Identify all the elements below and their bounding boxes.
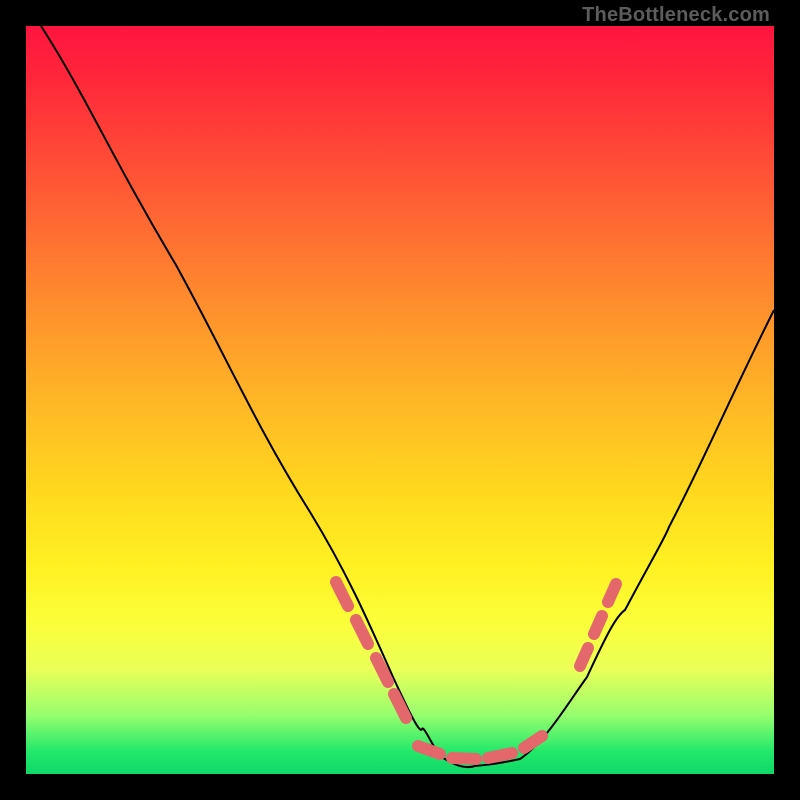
chart-overlay <box>26 26 774 774</box>
left-descent-mark <box>336 582 348 606</box>
plot-area <box>26 26 774 774</box>
watermark-text: TheBottleneck.com <box>582 4 770 27</box>
left-descent-mark <box>356 620 368 644</box>
chart-frame: TheBottleneck.com <box>0 0 800 800</box>
highlight-marks <box>336 582 616 759</box>
valley-floor-mark <box>452 758 476 759</box>
valley-floor-mark <box>418 746 440 754</box>
valley-floor-mark <box>488 753 512 758</box>
left-descent-mark <box>394 694 406 718</box>
right-ascent-mark <box>608 584 616 602</box>
valley-floor-mark <box>524 736 542 748</box>
bottleneck-curve <box>41 26 774 767</box>
right-ascent-mark <box>594 616 602 634</box>
right-ascent-mark <box>580 648 588 666</box>
